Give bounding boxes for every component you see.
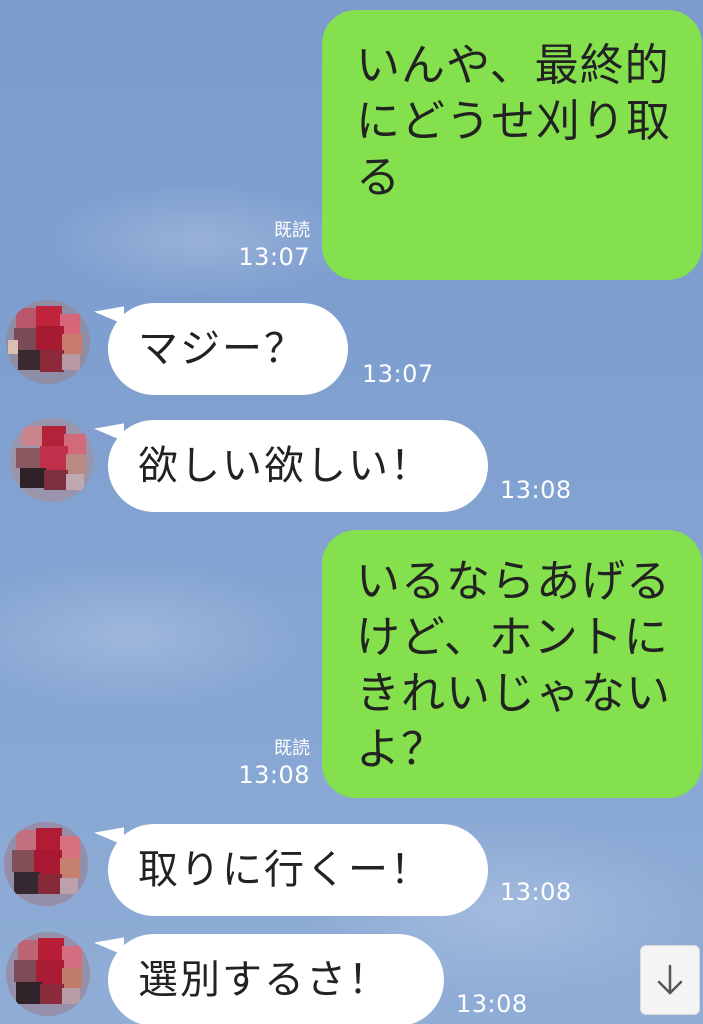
incoming-message[interactable]: 取りに行くー！ [108,824,488,916]
sender-avatar[interactable] [6,300,90,384]
sender-avatar[interactable] [6,932,90,1016]
message-timestamp: 13:08 [500,878,572,906]
chat-area[interactable]: いんや、最終的にどうせ刈り取る 既読 13:07 マジー？ 13:07 欲しい欲… [0,0,703,1024]
message-timestamp: 13:07 [362,360,434,388]
scroll-to-bottom-button[interactable] [640,945,700,1015]
message-timestamp: 13:08 [500,476,572,504]
incoming-message[interactable]: 欲しい欲しい！ [108,420,488,512]
read-receipt: 既読 [274,220,310,241]
background-cloud [40,180,360,300]
message-timestamp: 13:08 [456,990,528,1018]
outgoing-message[interactable]: いるならあげるけど、ホントにきれいじゃないよ？ [322,530,702,798]
incoming-message[interactable]: 選別するさ！ [108,934,444,1024]
blurred-avatar-icon [4,822,88,906]
sender-avatar[interactable] [10,418,94,502]
blurred-avatar-icon [6,300,90,384]
incoming-message[interactable]: マジー？ [108,303,348,395]
message-timestamp: 13:08 [238,761,310,789]
down-arrow-icon [657,964,683,995]
message-timestamp: 13:07 [238,243,310,271]
read-receipt: 既読 [274,738,310,759]
blurred-avatar-icon [10,418,94,502]
sender-avatar[interactable] [4,822,88,906]
outgoing-message[interactable]: いんや、最終的にどうせ刈り取る [322,10,702,280]
blurred-avatar-icon [6,932,90,1016]
background-cloud [0,560,320,710]
